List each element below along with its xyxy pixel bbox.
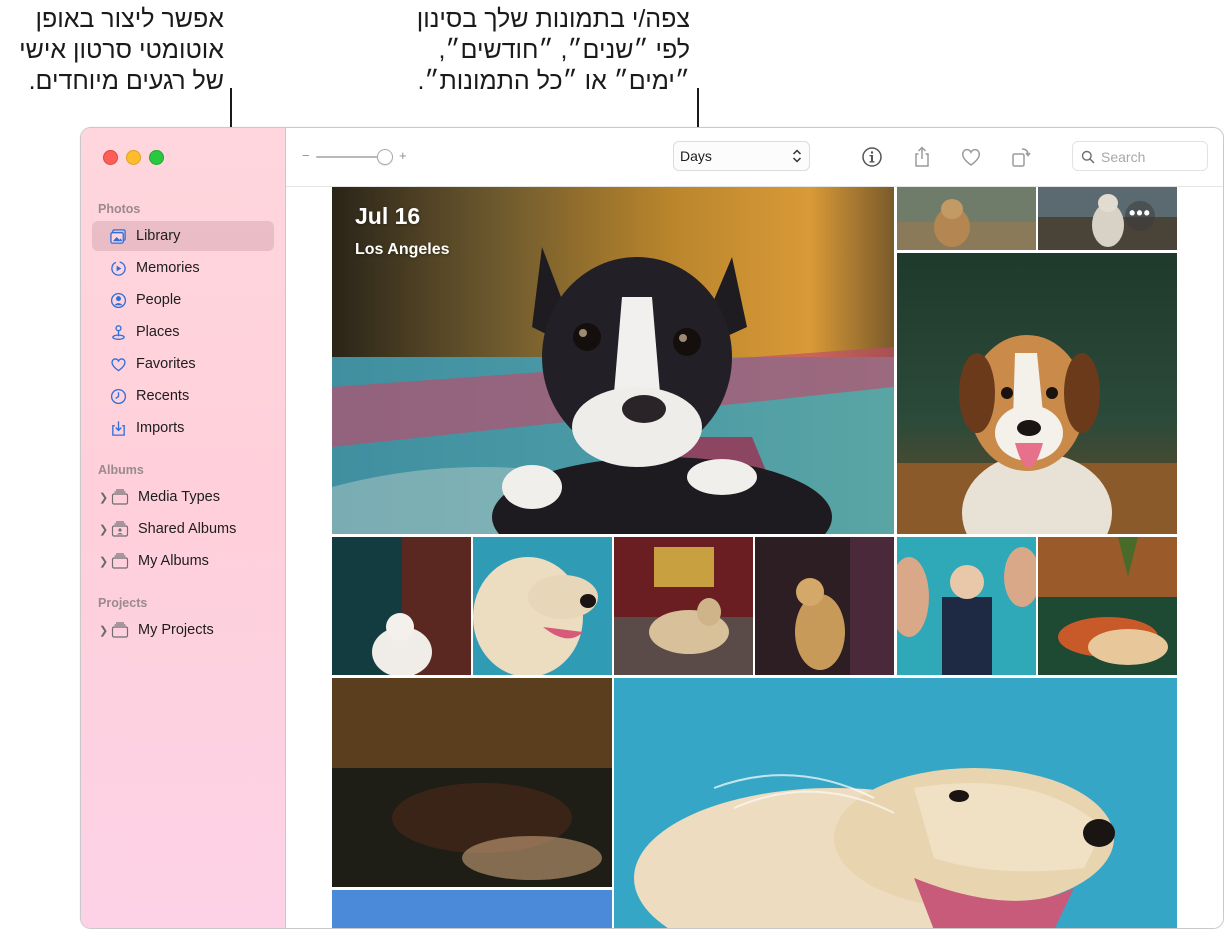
sidebar-item-my-projects[interactable]: ❯ My Projects <box>92 615 274 645</box>
sidebar-item-label: Media Types <box>138 489 220 505</box>
view-filter-value: Days <box>680 148 712 164</box>
photo-tile[interactable] <box>1038 537 1177 675</box>
dog-photo-image <box>473 537 612 675</box>
photos-window: Photos Library Memories People Places Fa… <box>80 127 1224 929</box>
photo-tile[interactable] <box>614 678 1177 928</box>
photo-tile[interactable] <box>473 537 612 675</box>
dog-photo-image <box>897 187 1036 250</box>
chevron-updown-icon <box>792 149 802 163</box>
photo-tile[interactable] <box>897 537 1036 675</box>
album-stack-icon <box>111 489 129 505</box>
search-icon <box>1081 150 1095 164</box>
view-filter-select[interactable]: Days <box>673 141 810 171</box>
sidebar: Photos Library Memories People Places Fa… <box>81 128 286 928</box>
photo-tile[interactable] <box>332 890 612 928</box>
zoom-slider-knob[interactable] <box>377 149 393 165</box>
dog-photo-image <box>614 678 1177 928</box>
callout-line: לפי ״שנים״, ״חודשים״, <box>438 36 690 64</box>
sidebar-item-people[interactable]: People <box>92 285 274 315</box>
photo-tile[interactable]: ••• <box>1038 187 1177 250</box>
callout-line: צפה/י בתמונות שלך בסינון <box>416 5 690 33</box>
chevron-right-icon[interactable]: ❯ <box>99 624 109 637</box>
sidebar-item-media-types[interactable]: ❯ Media Types <box>92 482 274 512</box>
dog-photo-image <box>614 537 753 675</box>
callout-line: אוטומטי סרטון אישי <box>19 36 224 64</box>
sidebar-item-label: My Projects <box>138 622 214 638</box>
photo-tile[interactable] <box>755 537 894 675</box>
photo-grid: Jul 16 Los Angeles ••• <box>286 187 1223 928</box>
chevron-right-icon[interactable]: ❯ <box>99 555 109 568</box>
dog-photo-image <box>332 187 894 534</box>
dog-photo-image <box>755 537 894 675</box>
photo-tile[interactable] <box>897 253 1177 534</box>
photo-tile[interactable]: Jul 16 Los Angeles <box>332 187 894 534</box>
dog-photo-image <box>332 537 471 675</box>
toolbar: − + Days <box>286 128 1223 187</box>
sidebar-item-label: Shared Albums <box>138 521 237 537</box>
sidebar-section-projects: Projects <box>98 596 148 610</box>
share-icon[interactable] <box>910 145 934 169</box>
sidebar-section-photos: Photos <box>98 202 141 216</box>
favorite-heart-icon[interactable] <box>959 145 983 169</box>
sidebar-item-my-albums[interactable]: ❯ My Albums <box>92 546 274 576</box>
sidebar-item-label: Imports <box>136 420 185 436</box>
callout-memories: אפשר ליצור באופן אוטומטי סרטון אישי של ר… <box>0 4 224 97</box>
dog-photo-image <box>897 253 1177 534</box>
search-field[interactable] <box>1072 141 1208 171</box>
dog-photo-image <box>1038 537 1177 675</box>
import-icon <box>109 419 127 437</box>
heart-icon <box>109 355 127 373</box>
album-stack-icon <box>111 553 129 569</box>
sidebar-item-label: Memories <box>136 260 200 276</box>
close-window-button[interactable] <box>103 150 118 165</box>
clock-icon <box>109 387 127 405</box>
dog-photo-image <box>332 678 612 887</box>
zoom-out-icon[interactable]: − <box>302 148 310 163</box>
sidebar-item-memories[interactable]: Memories <box>92 253 274 283</box>
callout-view-filter: צפה/י בתמונות שלך בסינון לפי ״שנים״, ״חו… <box>380 4 690 97</box>
callout-line: ״ימים״ או ״כל התמונות״. <box>417 67 690 95</box>
sky-photo-image <box>332 890 612 928</box>
sidebar-item-places[interactable]: Places <box>92 317 274 347</box>
chevron-right-icon[interactable]: ❯ <box>99 523 109 536</box>
search-input[interactable] <box>1101 147 1201 167</box>
sidebar-item-imports[interactable]: Imports <box>92 413 274 443</box>
rotate-icon[interactable] <box>1009 145 1033 169</box>
zoom-slider-track[interactable] <box>316 156 382 158</box>
places-icon <box>109 323 127 341</box>
callout-line: של רגעים מיוחדים. <box>28 67 224 95</box>
album-stack-icon <box>111 622 129 638</box>
sidebar-item-label: Library <box>136 228 181 244</box>
sidebar-item-library[interactable]: Library <box>92 221 274 251</box>
info-icon[interactable] <box>860 145 884 169</box>
sidebar-item-label: Favorites <box>136 356 196 372</box>
callout-line: אפשר ליצור באופן <box>35 5 224 33</box>
library-icon <box>109 227 127 245</box>
sidebar-item-label: Places <box>136 324 180 340</box>
photo-tile[interactable] <box>897 187 1036 250</box>
shared-album-icon <box>111 521 129 537</box>
sidebar-item-favorites[interactable]: Favorites <box>92 349 274 379</box>
day-title: Jul 16 <box>355 203 421 229</box>
chevron-right-icon[interactable]: ❯ <box>99 491 109 504</box>
photo-tile[interactable] <box>614 537 753 675</box>
sidebar-item-recents[interactable]: Recents <box>92 381 274 411</box>
sidebar-item-shared-albums[interactable]: ❯ Shared Albums <box>92 514 274 544</box>
memories-icon <box>109 259 127 277</box>
more-options-button[interactable]: ••• <box>1125 201 1155 231</box>
sidebar-item-label: My Albums <box>138 553 209 569</box>
day-location: Los Angeles <box>355 241 450 258</box>
photo-tile[interactable] <box>332 537 471 675</box>
photo-tile[interactable] <box>332 678 612 887</box>
zoom-window-button[interactable] <box>149 150 164 165</box>
people-icon <box>109 291 127 309</box>
sidebar-item-label: People <box>136 292 182 308</box>
dog-photo-image <box>1038 187 1177 250</box>
zoom-in-icon[interactable]: + <box>399 148 407 163</box>
sidebar-section-albums: Albums <box>98 463 144 477</box>
minimize-window-button[interactable] <box>126 150 141 165</box>
sidebar-item-label: Recents <box>136 388 190 404</box>
person-photo-image <box>897 537 1036 675</box>
